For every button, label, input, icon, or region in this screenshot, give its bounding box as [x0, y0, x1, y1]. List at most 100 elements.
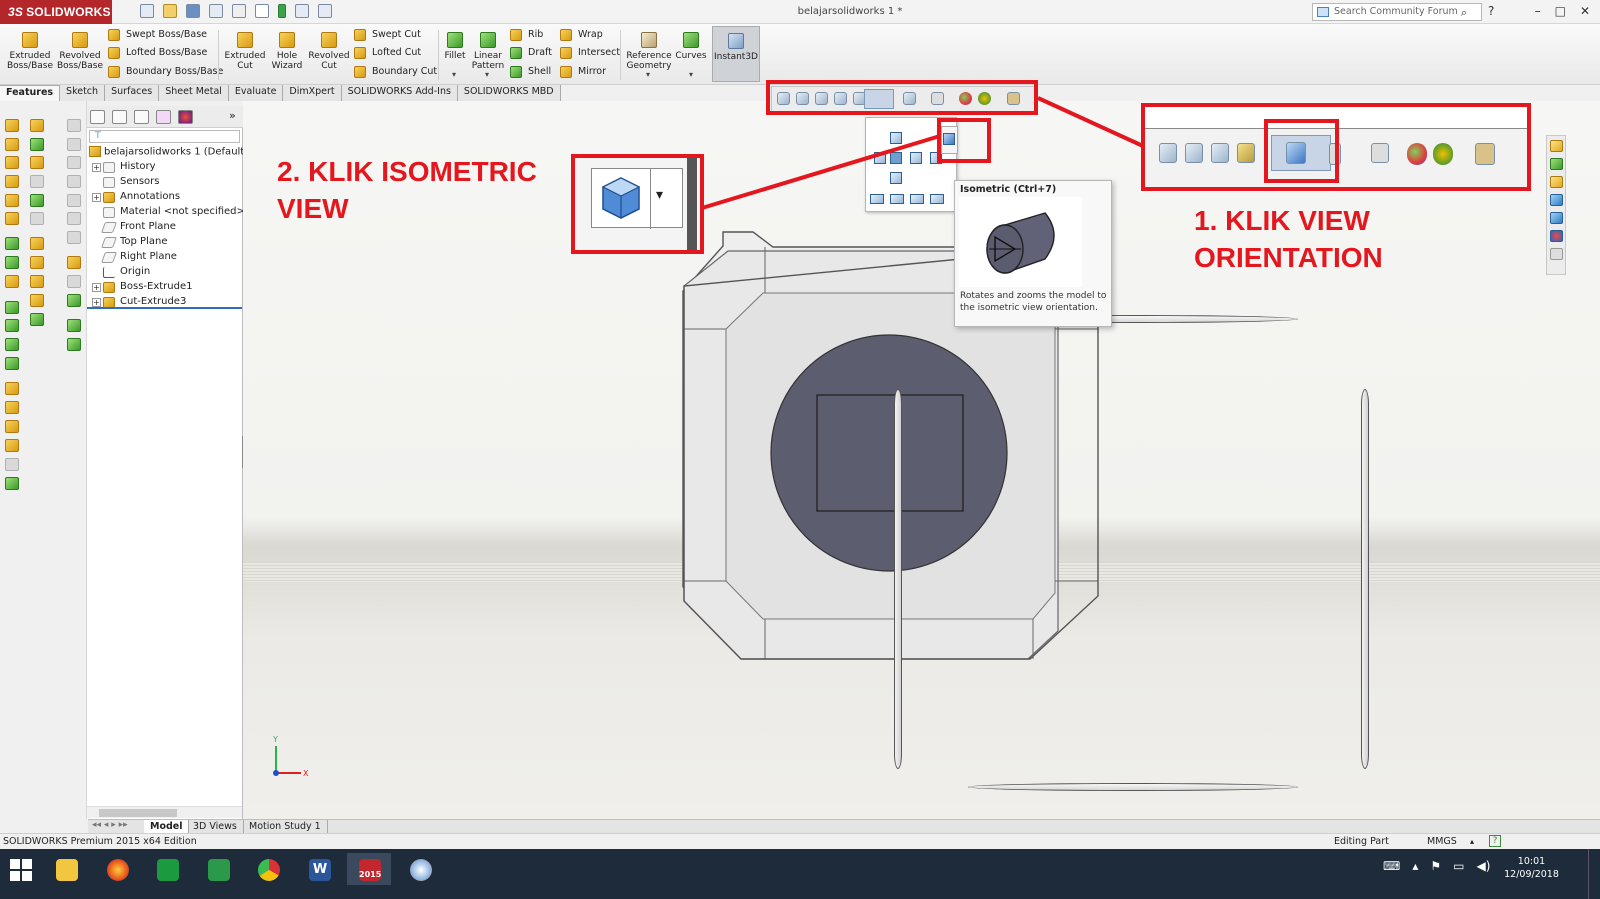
rebuild-icon[interactable]: [278, 4, 286, 18]
dimxpert-manager-tab-icon[interactable]: [156, 110, 171, 124]
shell-button[interactable]: Shell: [510, 65, 551, 79]
tab-features[interactable]: Features: [0, 85, 61, 101]
feature-manager-tab-icon[interactable]: [90, 110, 105, 124]
swept-boss-button[interactable]: Swept Boss/Base: [108, 28, 207, 42]
taskbar-file-explorer[interactable]: [44, 853, 88, 885]
search-icon[interactable]: ⌕: [1461, 6, 1467, 20]
chamfer-tool-icon[interactable]: [5, 275, 19, 288]
design-library-icon[interactable]: [1550, 158, 1563, 170]
taskbar-clock[interactable]: 10:01 12/09/2018: [1504, 855, 1559, 881]
draft-analysis-icon[interactable]: [67, 231, 81, 244]
units-dropdown-icon[interactable]: ▴: [1470, 834, 1474, 849]
network-icon[interactable]: ▭: [1453, 859, 1464, 873]
rectangle-tool-icon[interactable]: [30, 175, 44, 188]
lofted-boss-button[interactable]: Lofted Boss/Base: [108, 46, 207, 60]
circle-tool-icon[interactable]: [30, 194, 44, 207]
expand-icon[interactable]: +: [92, 163, 101, 172]
section-tool-icon[interactable]: [67, 138, 81, 151]
scrollbar-thumb[interactable]: [99, 809, 177, 817]
new-document-icon[interactable]: [140, 4, 154, 18]
units-selector[interactable]: MMGS: [1427, 834, 1457, 849]
taskbar-firefox[interactable]: [95, 853, 139, 885]
hide-show-tool-icon[interactable]: [67, 119, 81, 132]
boundary-cut-button[interactable]: Boundary Cut: [354, 65, 437, 79]
tree-item-top-plane[interactable]: Top Plane: [100, 236, 167, 251]
loft-tool-icon[interactable]: [5, 175, 19, 188]
tree-item-sensors[interactable]: Sensors: [103, 176, 160, 191]
tab-sketch[interactable]: Sketch: [60, 85, 106, 101]
tab-3d-views[interactable]: 3D Views: [187, 820, 244, 833]
tab-scroll-arrows-icon[interactable]: ◂◂ ◂ ▸ ▸▸: [92, 820, 128, 830]
minimize-button[interactable]: –: [1535, 4, 1541, 18]
left-view-icon[interactable]: [874, 152, 886, 164]
tab-surfaces[interactable]: Surfaces: [105, 85, 160, 101]
extruded-boss-button[interactable]: Extruded Boss/Base: [5, 32, 55, 71]
resources-icon[interactable]: [1550, 140, 1563, 152]
taskbar-paint[interactable]: [398, 853, 442, 885]
start-button[interactable]: [0, 853, 44, 885]
tab-evaluate[interactable]: Evaluate: [228, 85, 284, 101]
pattern-dropdown-icon[interactable]: ▾: [485, 70, 489, 79]
instant3d-button[interactable]: Instant3D: [712, 26, 760, 82]
close-button[interactable]: ✕: [1580, 4, 1590, 18]
tab-motion-study[interactable]: Motion Study 1: [243, 820, 328, 833]
solidworks-logo[interactable]: 3S SOLIDWORKS: [0, 0, 112, 24]
open-folder-icon[interactable]: [163, 4, 177, 18]
design-table-icon[interactable]: [67, 294, 81, 307]
wrap-button[interactable]: Wrap: [560, 28, 603, 42]
offset-tool-icon[interactable]: [30, 275, 44, 288]
intersect-button[interactable]: Intersect: [560, 46, 620, 60]
plane-tool-icon[interactable]: [5, 420, 19, 433]
tab-sheet-metal[interactable]: Sheet Metal: [159, 85, 229, 101]
tree-item-history[interactable]: + History: [92, 161, 156, 176]
expand-icon[interactable]: +: [92, 298, 101, 307]
arc-tool-icon[interactable]: [30, 212, 44, 225]
boundary-boss-button[interactable]: Boundary Boss/Base: [108, 65, 223, 79]
convert-tool-icon[interactable]: [30, 294, 44, 307]
property-manager-tab-icon[interactable]: [112, 110, 127, 124]
tree-root-part[interactable]: belajarsolidworks 1 (Default<<D: [89, 146, 269, 158]
interference-tool-icon[interactable]: [67, 212, 81, 225]
taskbar-chrome[interactable]: [246, 853, 290, 885]
tree-item-annotations[interactable]: + Annotations: [92, 191, 180, 206]
fillet-tool-icon[interactable]: [5, 256, 19, 269]
mass-props-tool-icon[interactable]: [67, 175, 81, 188]
file-explorer-icon[interactable]: [1550, 176, 1563, 188]
taskbar-store[interactable]: [145, 853, 189, 885]
action-flag-icon[interactable]: ⚑: [1430, 859, 1441, 873]
smart-dimension-icon[interactable]: [30, 138, 44, 151]
spline-tool-icon[interactable]: [30, 237, 44, 250]
curves-button[interactable]: Curves: [666, 32, 716, 61]
tree-item-boss-extrude1[interactable]: + Boss-Extrude1: [92, 281, 192, 296]
right-view-icon[interactable]: [910, 152, 922, 164]
decals-icon[interactable]: [1550, 230, 1563, 242]
two-view-vertical-icon[interactable]: [910, 194, 924, 204]
tab-dimxpert[interactable]: DimXpert: [283, 85, 342, 101]
keyboard-icon[interactable]: ⌨: [1383, 859, 1400, 873]
tab-addins[interactable]: SOLIDWORKS Add-Ins: [341, 85, 458, 101]
undo-icon[interactable]: [232, 4, 246, 18]
mirror-button[interactable]: Mirror: [560, 65, 606, 79]
reference-tool-icon[interactable]: [5, 382, 19, 395]
options-icon[interactable]: [318, 4, 332, 18]
tree-filter-input[interactable]: ⊤: [89, 130, 240, 143]
back-view-icon[interactable]: [890, 132, 902, 144]
thicken-tool-icon[interactable]: [5, 212, 19, 225]
toolbox-tool-icon[interactable]: [67, 338, 81, 351]
four-view-icon[interactable]: [930, 194, 944, 204]
fillet-dropdown-icon[interactable]: ▾: [452, 70, 456, 79]
search-community-input[interactable]: Search Community Forum ⌕: [1312, 3, 1482, 21]
tree-item-material[interactable]: Material <not specified>: [103, 206, 245, 221]
draft-button[interactable]: Draft: [510, 46, 552, 60]
expand-panel-icon[interactable]: »: [229, 109, 236, 122]
select-arrow-icon[interactable]: [255, 4, 269, 18]
custom-properties-icon[interactable]: [1550, 248, 1563, 260]
sweep-tool-icon[interactable]: [5, 156, 19, 169]
maximize-button[interactable]: □: [1555, 4, 1566, 18]
volume-icon[interactable]: ◀): [1476, 859, 1490, 873]
mirror-tool-icon[interactable]: [5, 357, 19, 370]
save-icon[interactable]: [186, 4, 200, 18]
cut-tool-icon[interactable]: [5, 237, 19, 250]
help-icon[interactable]: ?: [1488, 4, 1494, 18]
measure-tool-icon[interactable]: [67, 156, 81, 169]
